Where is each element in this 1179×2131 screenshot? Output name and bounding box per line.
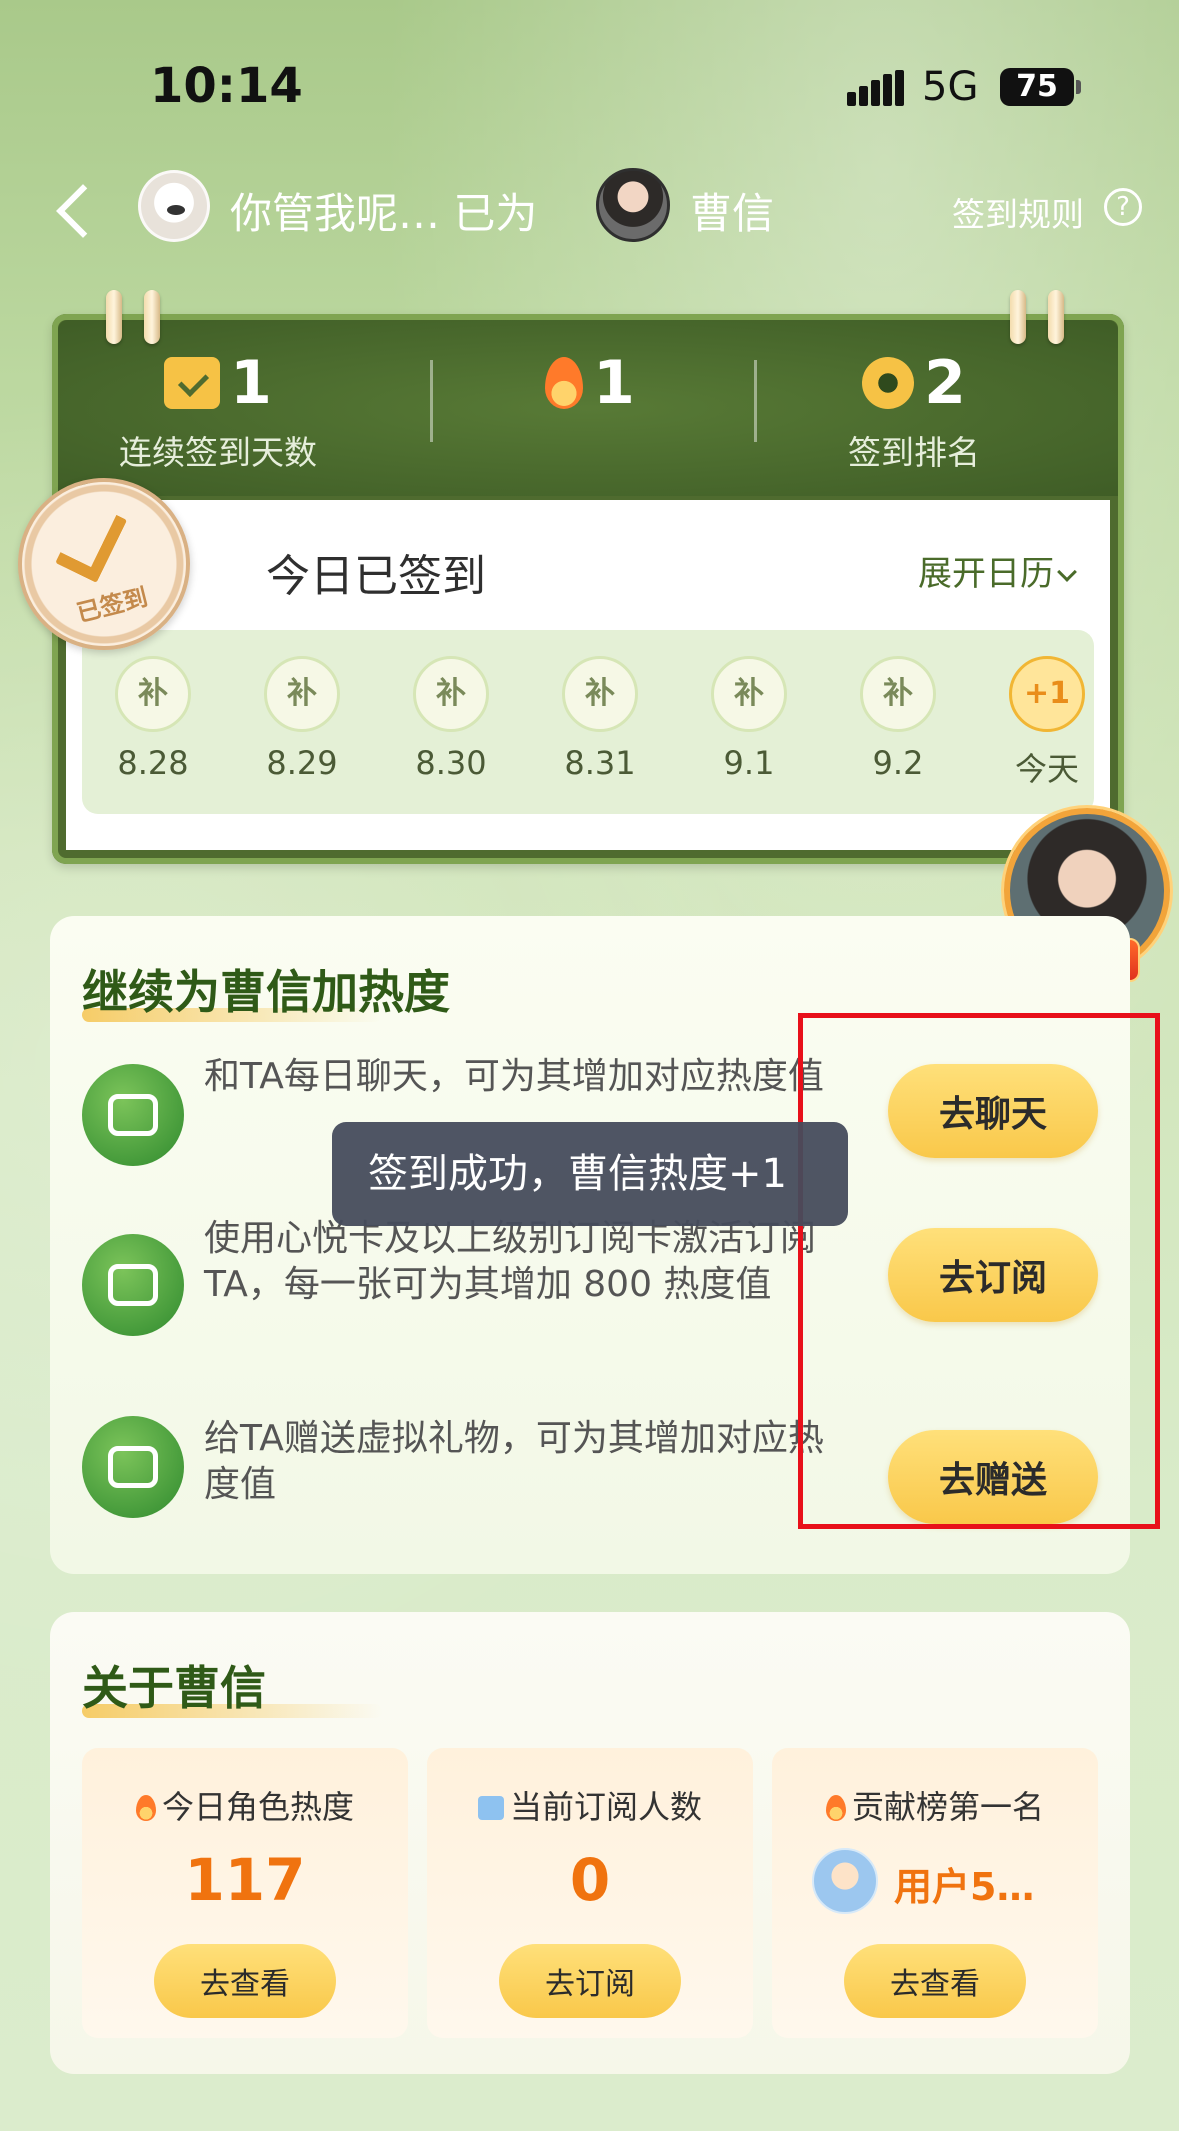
- fire-icon: [545, 357, 584, 409]
- makeup-checkin-icon: 补: [562, 656, 638, 732]
- stat-rank: 2 签到排名: [754, 348, 1074, 474]
- gift-icon: [82, 1416, 184, 1518]
- today-status: 今日已签到: [266, 551, 486, 602]
- subscribers-box: 当前订阅人数 0 去订阅: [427, 1748, 753, 2038]
- back-button[interactable]: [50, 180, 100, 240]
- day-item[interactable]: 补 8.30: [396, 656, 506, 782]
- checkin-rules-link[interactable]: 签到规则: [952, 188, 1084, 236]
- day-item-today[interactable]: +1 今天: [992, 656, 1102, 790]
- day-date: 8.29: [266, 744, 338, 782]
- about-card: 关于曹信 今日角色热度 117 去查看 当前订阅人数 0 去订阅 贡献榜第一名 …: [50, 1612, 1130, 2074]
- stat-heat-value: 1: [593, 348, 635, 418]
- top-contributor-name: 用户5…: [894, 1865, 1035, 1909]
- makeup-checkin-icon: 补: [115, 656, 191, 732]
- makeup-checkin-icon: 补: [860, 656, 936, 732]
- stamp-text: 已签到: [73, 582, 151, 628]
- stat-streak-value: 1: [230, 348, 272, 418]
- top-contributor[interactable]: 用户5…: [812, 1848, 1072, 1918]
- day-date: 8.28: [117, 744, 189, 782]
- help-icon[interactable]: ?: [1104, 188, 1142, 226]
- top-contributor-box: 贡献榜第一名 用户5… 去查看: [772, 1748, 1098, 2038]
- day-date: 9.1: [723, 744, 775, 782]
- day-item[interactable]: 补 8.28: [98, 656, 208, 782]
- day-item[interactable]: 补 9.2: [843, 656, 953, 782]
- bookmark-icon: [477, 1796, 504, 1820]
- day-item[interactable]: 补 9.1: [694, 656, 804, 782]
- calendar-check-icon: [164, 357, 221, 409]
- heat-value: 117: [184, 1846, 306, 1914]
- calendar-panel: 今日已签到 展开日历 补 8.28 补 8.29 补 8.30 补 8.31 补 9.1 …: [66, 500, 1110, 850]
- chevron-down-icon: [1057, 562, 1077, 582]
- user-avatar[interactable]: [138, 170, 210, 242]
- status-bar: 10:14 5G 75: [0, 0, 1179, 150]
- status-time: 10:14: [150, 58, 303, 114]
- checkin-success-toast: 签到成功，曹信热度+1: [332, 1122, 848, 1226]
- makeup-checkin-icon: 补: [413, 656, 489, 732]
- chat-icon: [82, 1064, 184, 1166]
- binder-ring: [106, 290, 122, 344]
- card-icon: [82, 1234, 184, 1336]
- makeup-checkin-icon: 补: [711, 656, 787, 732]
- day-date: 8.31: [564, 744, 636, 782]
- subscribe-button[interactable]: 去订阅: [499, 1944, 681, 2018]
- heat-label: 今日角色热度: [82, 1782, 408, 1828]
- highlight-box: [798, 1013, 1160, 1529]
- about-title: 关于曹信: [82, 1661, 266, 1715]
- day-date: 今天: [1014, 750, 1079, 788]
- binder-ring: [1010, 290, 1026, 344]
- star-avatar[interactable]: [596, 168, 670, 242]
- stat-streak-label: 连续签到天数: [119, 433, 317, 472]
- day-item[interactable]: 补 8.29: [247, 656, 357, 782]
- makeup-checkin-icon: 补: [264, 656, 340, 732]
- binder-ring: [144, 290, 160, 344]
- fire-icon: [135, 1795, 156, 1821]
- task-chat-text: 和TA每日聊天，可为其增加对应热度值: [204, 1056, 824, 1097]
- network-label: 5G: [922, 64, 979, 110]
- checkin-board: 1 连续签到天数 1 2 签到排名 今日已签到 展开日历 补 8.28 补 8.29…: [52, 290, 1124, 864]
- battery-tip: [1076, 80, 1081, 94]
- task-subscribe-text: 使用心悦卡及以上级别订阅卡激活订阅TA，每一张可为其增加 800 热度值: [204, 1218, 817, 1305]
- subscribers-value: 0: [569, 1846, 611, 1914]
- days-strip: 补 8.28 补 8.29 补 8.30 补 8.31 补 9.1 补 9.2 +1 今天: [82, 630, 1094, 814]
- signal-icon: [847, 70, 905, 106]
- board-stats: 1 连续签到天数 1 2 签到排名: [58, 320, 1118, 496]
- header: 你管我呢… 已为 曹信 签到规则 ?: [0, 160, 1179, 260]
- check-icon: [55, 499, 128, 583]
- stat-rank-label: 签到排名: [848, 433, 980, 472]
- fire-icon: [825, 1795, 846, 1821]
- subscribers-label: 当前订阅人数: [427, 1782, 753, 1828]
- view-ranking-button[interactable]: 去查看: [844, 1944, 1026, 2018]
- today-bonus-icon: +1: [1009, 656, 1085, 732]
- view-heat-button[interactable]: 去查看: [154, 1944, 336, 2018]
- task-gift-text: 给TA赠送虚拟礼物，可为其增加对应热度值: [204, 1418, 824, 1505]
- stat-heat: 1: [430, 348, 750, 418]
- day-date: 8.30: [415, 744, 487, 782]
- day-item[interactable]: 补 8.31: [545, 656, 655, 782]
- tasks-title: 继续为曹信加热度: [82, 965, 450, 1019]
- heat-box: 今日角色热度 117 去查看: [82, 1748, 408, 2038]
- day-date: 9.2: [872, 744, 924, 782]
- stat-streak: 1 连续签到天数: [58, 348, 378, 474]
- medal-icon: [862, 357, 915, 409]
- expand-calendar-button[interactable]: 展开日历: [918, 546, 1077, 595]
- binder-ring: [1048, 290, 1064, 344]
- battery-icon: 75: [1000, 68, 1074, 106]
- header-user-text: 你管我呢… 已为: [230, 189, 538, 238]
- top-contributor-label: 贡献榜第一名: [772, 1782, 1098, 1828]
- expand-calendar-label: 展开日历: [918, 554, 1054, 594]
- header-star-name: 曹信: [690, 189, 775, 238]
- user-avatar-icon: [812, 1848, 878, 1914]
- stat-rank-value: 2: [924, 348, 966, 418]
